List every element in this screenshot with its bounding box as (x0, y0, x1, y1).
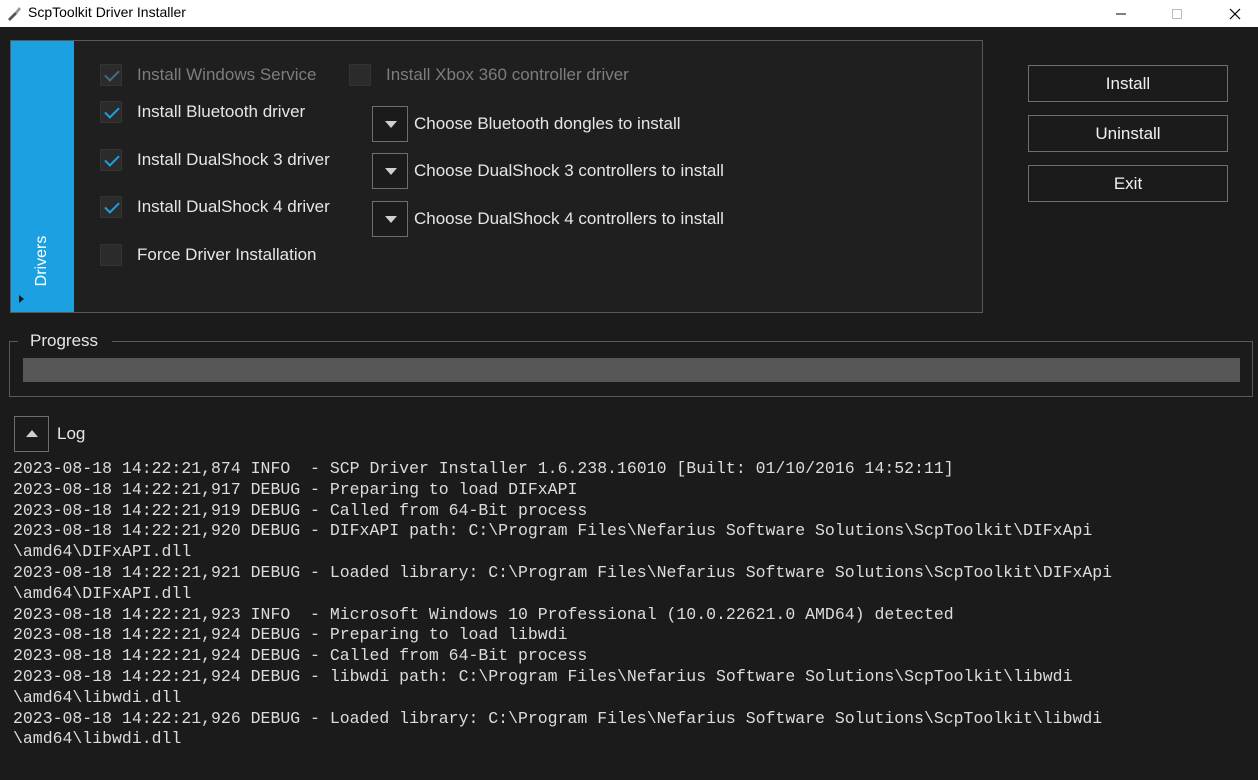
uninstall-button[interactable]: Uninstall (1028, 115, 1228, 152)
log-line: 2023-08-18 14:22:21,874 INFO - SCP Drive… (13, 459, 954, 478)
log-line: \amd64\libwdi.dll (13, 729, 182, 749)
log-line: 2023-08-18 14:22:21,923 INFO - Microsoft… (13, 604, 954, 624)
dropdown-label: Choose DualShock 4 controllers to instal… (414, 209, 724, 228)
minimize-icon (1116, 13, 1126, 14)
app-icon (8, 7, 21, 21)
log-line: 2023-08-18 14:22:21,920 DEBUG - DIFxAPI … (13, 521, 1093, 541)
log-line: 2023-08-18 14:22:21,921 DEBUG - Loaded l… (13, 562, 1113, 582)
checkbox-label: Install DualShock 4 driver (137, 197, 330, 216)
log-line: 2023-08-18 14:22:21,917 DEBUG - Preparin… (13, 479, 578, 499)
log-line: 2023-08-18 14:22:21,919 DEBUG - Called f… (13, 500, 588, 520)
checkbox[interactable] (349, 64, 371, 86)
dropdown-label: Choose DualShock 3 controllers to instal… (414, 161, 724, 180)
checkbox-install-bluetooth-driver[interactable]: Install Bluetooth driver (100, 101, 305, 123)
log-line: 2023-08-18 14:22:21,924 DEBUG - libwdi p… (13, 666, 1073, 686)
dropdown-label: Choose Bluetooth dongles to install (414, 114, 681, 133)
progress-label: Progress (30, 331, 99, 350)
checkbox-label: Install DualShock 3 driver (137, 150, 330, 169)
drivers-tab[interactable]: Drivers (11, 41, 74, 312)
checkbox-install-windows-service[interactable]: Install Windows Service (100, 64, 317, 86)
log-line: 2023-08-18 14:22:21,924 DEBUG - Preparin… (13, 625, 568, 645)
title-bar: ScpToolkit Driver Installer (0, 0, 1258, 27)
close-button[interactable] (1212, 0, 1258, 27)
close-icon (1229, 8, 1241, 19)
maximize-icon (1172, 8, 1182, 19)
divider (112, 341, 1253, 342)
divider (9, 341, 18, 342)
dropdown-dualshock4-controllers[interactable]: Choose DualShock 4 controllers to instal… (372, 201, 724, 237)
dropdown-dualshock3-controllers[interactable]: Choose DualShock 3 controllers to instal… (372, 153, 724, 189)
checkbox-force-driver-installation[interactable]: Force Driver Installation (100, 244, 317, 266)
expand-arrow-icon (19, 295, 24, 303)
checkbox[interactable] (100, 64, 122, 86)
checkbox[interactable] (100, 149, 122, 171)
log-line: 2023-08-18 14:22:21,924 DEBUG - Called f… (13, 646, 588, 666)
chevron-down-icon[interactable] (372, 201, 408, 237)
checkbox-label: Install Xbox 360 controller driver (386, 65, 629, 84)
checkbox-label: Force Driver Installation (137, 245, 317, 264)
maximize-button[interactable] (1154, 0, 1200, 27)
window-title: ScpToolkit Driver Installer (28, 4, 186, 20)
dropdown-bluetooth-dongles[interactable]: Choose Bluetooth dongles to install (372, 106, 681, 142)
chevron-down-icon[interactable] (372, 153, 408, 189)
checkbox[interactable] (100, 101, 122, 123)
log-line: \amd64\libwdi.dll (13, 687, 182, 707)
minimize-button[interactable] (1098, 0, 1144, 27)
log-line: 2023-08-18 14:22:21,926 DEBUG - Loaded l… (13, 708, 1103, 728)
log-output[interactable]: 2023-08-18 14:22:21,874 INFO - SCP Drive… (13, 459, 1253, 759)
progress-bar (23, 358, 1240, 382)
checkbox-install-dualshock3-driver[interactable]: Install DualShock 3 driver (100, 149, 330, 171)
log-collapse-button[interactable] (14, 416, 49, 452)
checkbox[interactable] (100, 244, 122, 266)
checkbox[interactable] (100, 196, 122, 218)
exit-button[interactable]: Exit (1028, 165, 1228, 202)
log-label: Log (57, 424, 86, 443)
checkbox-install-xbox-360-driver[interactable]: Install Xbox 360 controller driver (349, 64, 629, 86)
checkbox-label: Install Windows Service (137, 65, 317, 84)
checkbox-install-dualshock4-driver[interactable]: Install DualShock 4 driver (100, 196, 330, 218)
chevron-down-icon[interactable] (372, 106, 408, 142)
log-line: \amd64\DIFxAPI.dll (13, 542, 192, 562)
log-line: \amd64\DIFxAPI.dll (13, 583, 192, 603)
install-button[interactable]: Install (1028, 65, 1228, 102)
checkbox-label: Install Bluetooth driver (137, 102, 306, 121)
drivers-tab-label: Drivers (33, 235, 50, 287)
